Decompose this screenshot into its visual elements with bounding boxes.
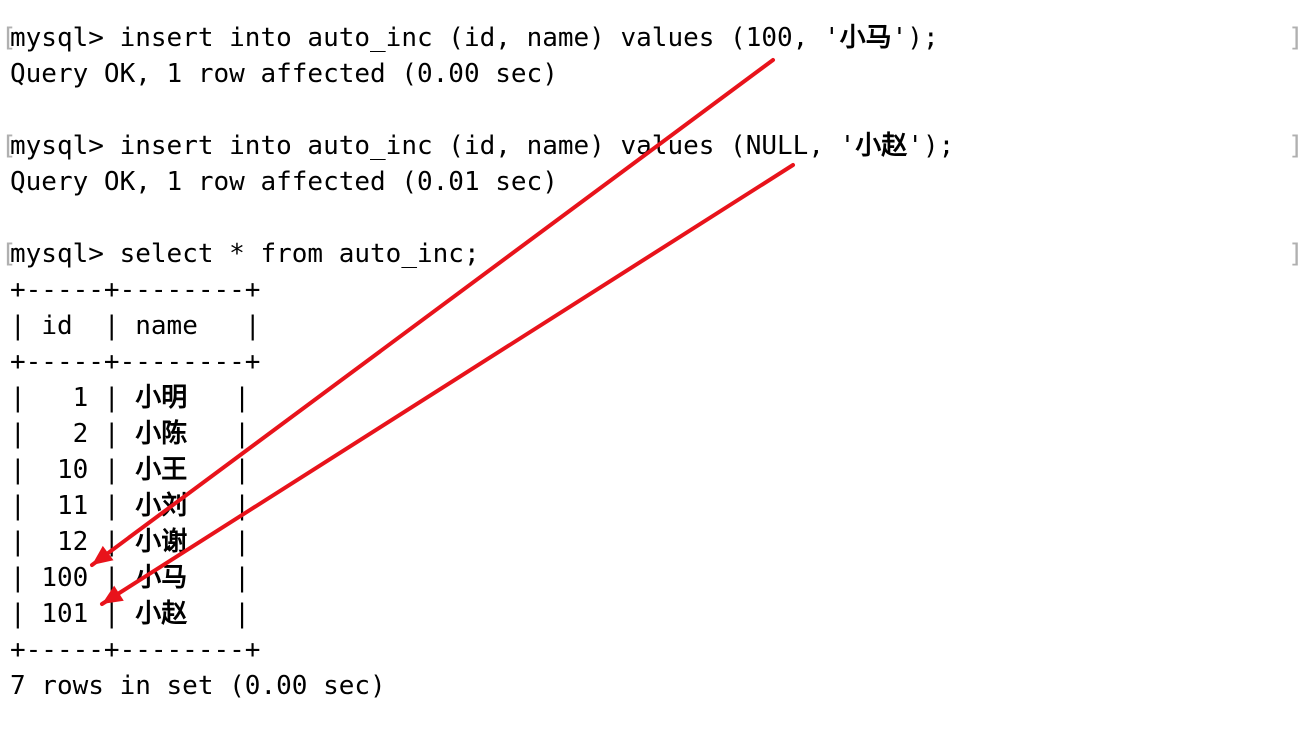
prompt: mysql> bbox=[10, 131, 120, 161]
selection-bracket-right: ] bbox=[1288, 236, 1300, 272]
cell-id: 10 bbox=[56, 455, 89, 485]
command-text-end: '); bbox=[907, 131, 955, 161]
column-header-id: id bbox=[41, 311, 73, 341]
cell-name: 小陈 bbox=[135, 419, 188, 449]
cell-id: 11 bbox=[56, 491, 89, 521]
command-text: select * from auto_inc; bbox=[119, 239, 480, 269]
table-row: | 12 | 小谢 | bbox=[10, 527, 250, 557]
terminal-window[interactable]: [ mysql> insert into auto_inc (id, name)… bbox=[0, 0, 1300, 738]
cell-id: 100 bbox=[41, 563, 89, 593]
command-text: insert into auto_inc (id, name) values (… bbox=[119, 23, 840, 53]
cell-id: 1 bbox=[72, 383, 89, 413]
command-text: insert into auto_inc (id, name) values (… bbox=[119, 131, 856, 161]
selection-bracket-right: ] bbox=[1288, 128, 1300, 164]
cell-id: 2 bbox=[72, 419, 89, 449]
column-header-name: name bbox=[135, 311, 198, 341]
command-line-3: mysql> select * from auto_inc; bbox=[10, 236, 480, 272]
table-header-row: | id | name | bbox=[10, 311, 261, 341]
table-row: | 10 | 小王 | bbox=[10, 455, 250, 485]
cell-name: 小明 bbox=[135, 383, 188, 413]
prompt: mysql> bbox=[10, 23, 120, 53]
query-result-2: Query OK, 1 row affected (0.01 sec) bbox=[10, 167, 558, 197]
table-row: | 1 | 小明 | bbox=[10, 383, 250, 413]
table-border-bottom: +-----+--------+ bbox=[10, 635, 261, 665]
cell-id: 12 bbox=[56, 527, 89, 557]
cell-name: 小马 bbox=[135, 563, 188, 593]
cell-name: 小赵 bbox=[135, 599, 188, 629]
command-cjk-value: 小马 bbox=[839, 23, 892, 53]
table-border-mid: +-----+--------+ bbox=[10, 347, 261, 377]
cell-name: 小谢 bbox=[135, 527, 188, 557]
prompt: mysql> bbox=[10, 239, 120, 269]
selection-bracket-right: ] bbox=[1288, 20, 1300, 56]
command-text-end: '); bbox=[891, 23, 939, 53]
command-line-1: mysql> insert into auto_inc (id, name) v… bbox=[10, 20, 939, 56]
cell-name: 小刘 bbox=[135, 491, 188, 521]
command-line-2: mysql> insert into auto_inc (id, name) v… bbox=[10, 128, 954, 164]
table-border-top: +-----+--------+ bbox=[10, 275, 261, 305]
table-row: | 11 | 小刘 | bbox=[10, 491, 250, 521]
table-row: | 2 | 小陈 | bbox=[10, 419, 250, 449]
query-result-1: Query OK, 1 row affected (0.00 sec) bbox=[10, 59, 558, 89]
command-cjk-value: 小赵 bbox=[855, 131, 908, 161]
cell-name: 小王 bbox=[135, 455, 188, 485]
table-row: | 101 | 小赵 | bbox=[10, 599, 250, 629]
rows-in-set-summary: 7 rows in set (0.00 sec) bbox=[10, 671, 386, 701]
table-row: | 100 | 小马 | bbox=[10, 563, 250, 593]
cell-id: 101 bbox=[41, 599, 89, 629]
